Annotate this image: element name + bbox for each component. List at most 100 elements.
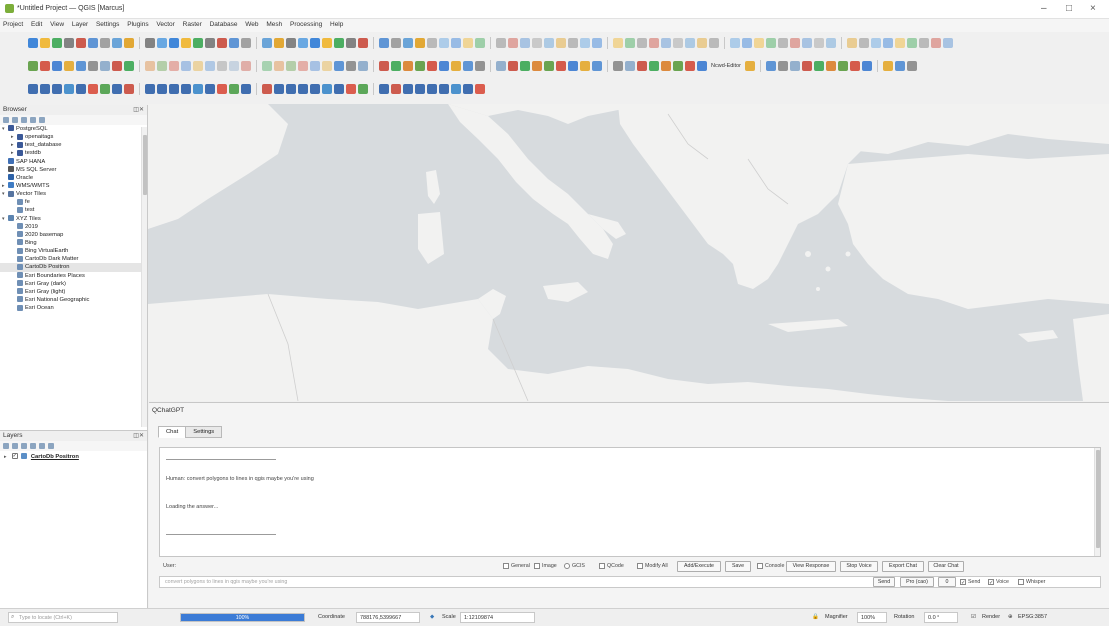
add-execute-button[interactable]: Add/Execute (677, 561, 721, 572)
menu-project[interactable]: Project (0, 19, 26, 28)
locator-search-input[interactable]: ⌕ Type to locate (Ctrl+K) (8, 612, 118, 623)
toolbar-tool-icon[interactable] (427, 84, 437, 94)
toolbar-tool-icon[interactable] (415, 84, 425, 94)
toolbar-tool-icon[interactable] (673, 61, 683, 71)
toolbar-tool-icon[interactable] (754, 38, 764, 48)
panel-float-close-icon[interactable]: ◫✕ (133, 431, 144, 441)
toolbar-tool-icon[interactable] (241, 84, 251, 94)
browser-item[interactable]: ▸ testdb (0, 149, 147, 157)
toolbar-tool-icon[interactable] (556, 61, 566, 71)
toolbar-tool-icon[interactable] (157, 84, 167, 94)
menu-help[interactable]: Help (327, 19, 346, 28)
maximize-button[interactable]: □ (1066, 3, 1072, 14)
toolbar-tool-icon[interactable] (310, 38, 320, 48)
toolbar-tool-icon[interactable] (76, 84, 86, 94)
toolbar-tool-icon[interactable] (895, 38, 905, 48)
toolbar-tool-icon[interactable] (697, 38, 707, 48)
toolbar-tool-icon[interactable] (157, 38, 167, 48)
toolbar-tool-icon[interactable] (508, 61, 518, 71)
toolbar-tool-icon[interactable] (883, 38, 893, 48)
toolbar-tool-icon[interactable] (379, 61, 389, 71)
toolbar-tool-icon[interactable] (205, 61, 215, 71)
toolbar-tool-icon[interactable] (777, 61, 788, 71)
toolbar-tool-icon[interactable] (346, 61, 356, 71)
expand-arrow-icon[interactable]: ▸ (4, 453, 10, 461)
filter-icon[interactable] (21, 117, 27, 123)
browser-item[interactable]: 2019 (0, 223, 147, 231)
toolbar-tool-icon[interactable] (298, 84, 308, 94)
menu-processing[interactable]: Processing (287, 19, 325, 28)
remove-layer-icon[interactable] (48, 443, 54, 449)
toolbar-tool-icon[interactable] (100, 38, 110, 48)
browser-item[interactable]: ▸ openaitags (0, 133, 147, 141)
toolbar-tool-icon[interactable] (391, 38, 401, 48)
menu-layer[interactable]: Layer (69, 19, 91, 28)
toolbar-tool-icon[interactable] (358, 61, 368, 71)
toolbar-tool-icon[interactable] (544, 38, 554, 48)
toolbar-tool-icon[interactable] (358, 84, 368, 94)
toolbar-tool-icon[interactable] (274, 84, 284, 94)
toolbar-tool-icon[interactable] (496, 38, 506, 48)
toolbar-tool-icon[interactable] (931, 38, 941, 48)
toolbar-tool-icon[interactable] (861, 61, 872, 71)
panel-float-close-icon[interactable]: ◫✕ (133, 105, 144, 115)
toolbar-tool-icon[interactable] (919, 38, 929, 48)
toolbar-tool-icon[interactable] (463, 84, 473, 94)
toolbar-tool-icon[interactable] (52, 84, 62, 94)
toolbar-tool-icon[interactable] (379, 38, 389, 48)
send-checkbox[interactable]: ✓ Send (960, 579, 980, 586)
crs-icon[interactable]: ⊕ (1008, 614, 1013, 620)
menu-web[interactable]: Web (242, 19, 261, 28)
export-chat-button[interactable]: Export Chat (882, 561, 924, 572)
toolbar-tool-icon[interactable] (76, 61, 86, 71)
coordinate-field[interactable]: 788176,5399667 (356, 612, 420, 623)
menu-vector[interactable]: Vector (153, 19, 177, 28)
browser-item[interactable]: CartoDb Dark Matter (0, 255, 147, 263)
magnifier-field[interactable]: 100% (857, 612, 887, 623)
browser-item[interactable]: Bing (0, 239, 147, 247)
toolbar-tool-icon[interactable] (193, 61, 203, 71)
toolbar-tool-icon[interactable] (744, 61, 755, 71)
browser-item[interactable]: test (0, 206, 147, 214)
toolbar-tool-icon[interactable] (262, 38, 272, 48)
toolbar-tool-icon[interactable] (451, 38, 461, 48)
toolbar-tool-icon[interactable] (124, 84, 134, 94)
toolbar-tool-icon[interactable] (790, 38, 800, 48)
toolbar-tool-icon[interactable] (613, 61, 623, 71)
count-spinbox[interactable]: 0 (938, 577, 956, 587)
layer-item[interactable]: ▸ ✓ CartoDb Positron (0, 453, 147, 461)
toolbar-tool-icon[interactable] (217, 38, 227, 48)
toolbar-tool-icon[interactable] (100, 61, 110, 71)
toolbar-tool-icon[interactable] (592, 61, 602, 71)
chat-scrollbar[interactable] (1094, 448, 1100, 556)
stop-voice-button[interactable]: Stop Voice (840, 561, 878, 572)
toolbar-tool-icon[interactable] (415, 38, 425, 48)
toolbar-tool-icon[interactable] (742, 38, 752, 48)
toolbar-tool-icon[interactable] (475, 84, 485, 94)
toolbar-tool-icon[interactable] (169, 38, 179, 48)
toolbar-tool-icon[interactable] (28, 38, 38, 48)
toolbar-tool-icon[interactable] (310, 84, 320, 94)
toolbar-tool-icon[interactable] (580, 61, 590, 71)
modify-all-checkbox[interactable]: Modify All (637, 563, 668, 569)
toolbar-tool-icon[interactable] (391, 61, 401, 71)
toolbar-tool-icon[interactable] (496, 61, 506, 71)
toolbar-tool-icon[interactable] (241, 38, 251, 48)
menu-plugins[interactable]: Plugins (124, 19, 151, 28)
browser-item[interactable]: Esri Ocean (0, 304, 147, 312)
toolbar-tool-icon[interactable] (403, 38, 413, 48)
general-checkbox[interactable]: General (503, 563, 530, 569)
toolbar-tool-icon[interactable] (859, 38, 869, 48)
browser-item[interactable]: Bing VirtualEarth (0, 247, 147, 255)
browser-item[interactable]: ▾ XYZ Tiles (0, 215, 147, 223)
tab-settings[interactable]: Settings (185, 426, 223, 438)
toolbar-tool-icon[interactable] (286, 61, 296, 71)
toolbar-tool-icon[interactable] (625, 61, 635, 71)
toolbar-tool-icon[interactable] (801, 61, 812, 71)
minimize-button[interactable]: – (1041, 3, 1047, 14)
toolbar-tool-icon[interactable] (28, 61, 38, 71)
toolbar-tool-icon[interactable] (124, 38, 134, 48)
clear-chat-button[interactable]: Clear Chat (928, 561, 964, 572)
expand-icon[interactable] (30, 443, 36, 449)
browser-item[interactable]: ▸ WMS/WMTS (0, 182, 147, 190)
